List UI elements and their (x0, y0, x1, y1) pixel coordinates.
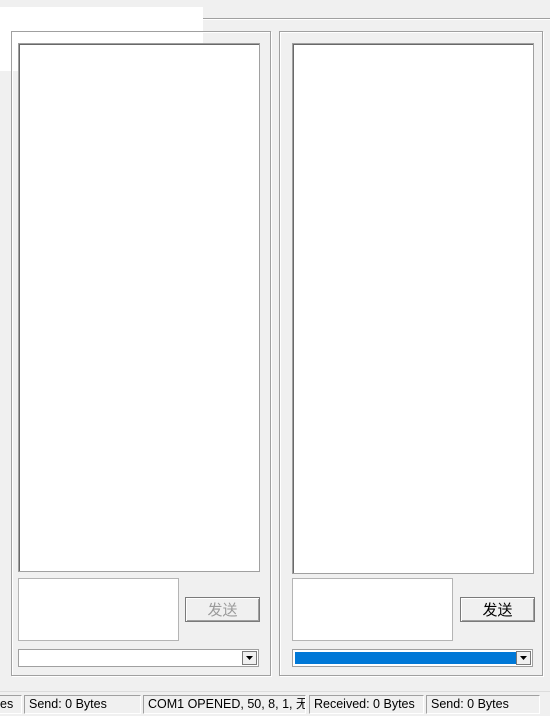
status-pane-truncated: es (0, 695, 22, 714)
right-combo-box[interactable] (292, 649, 533, 667)
left-send-button[interactable]: 发送 (185, 597, 260, 622)
status-bar: es Send: 0 Bytes COM1 OPENED, 50, 8, 1, … (0, 691, 550, 716)
status-pane-port-info: COM1 OPENED, 50, 8, 1, 无 (143, 695, 306, 714)
left-combo-box[interactable] (18, 649, 259, 667)
left-send-input[interactable] (18, 578, 179, 641)
status-pane-send-left: Send: 0 Bytes (24, 695, 141, 714)
right-send-button-label: 发送 (482, 601, 513, 619)
right-combo-selection (295, 652, 516, 664)
chevron-down-icon[interactable] (516, 651, 531, 665)
right-send-button[interactable]: 发送 (460, 597, 535, 622)
status-pane-received: Received: 0 Bytes (309, 695, 424, 714)
top-divider (203, 18, 550, 20)
right-receive-text-area[interactable] (292, 43, 534, 574)
chevron-down-icon[interactable] (242, 651, 257, 665)
left-receive-text-area[interactable] (18, 43, 260, 572)
left-combo-selection (21, 652, 242, 664)
left-send-button-label: 发送 (207, 601, 238, 619)
right-send-input[interactable] (292, 578, 453, 641)
status-pane-send-right: Send: 0 Bytes (426, 695, 540, 714)
